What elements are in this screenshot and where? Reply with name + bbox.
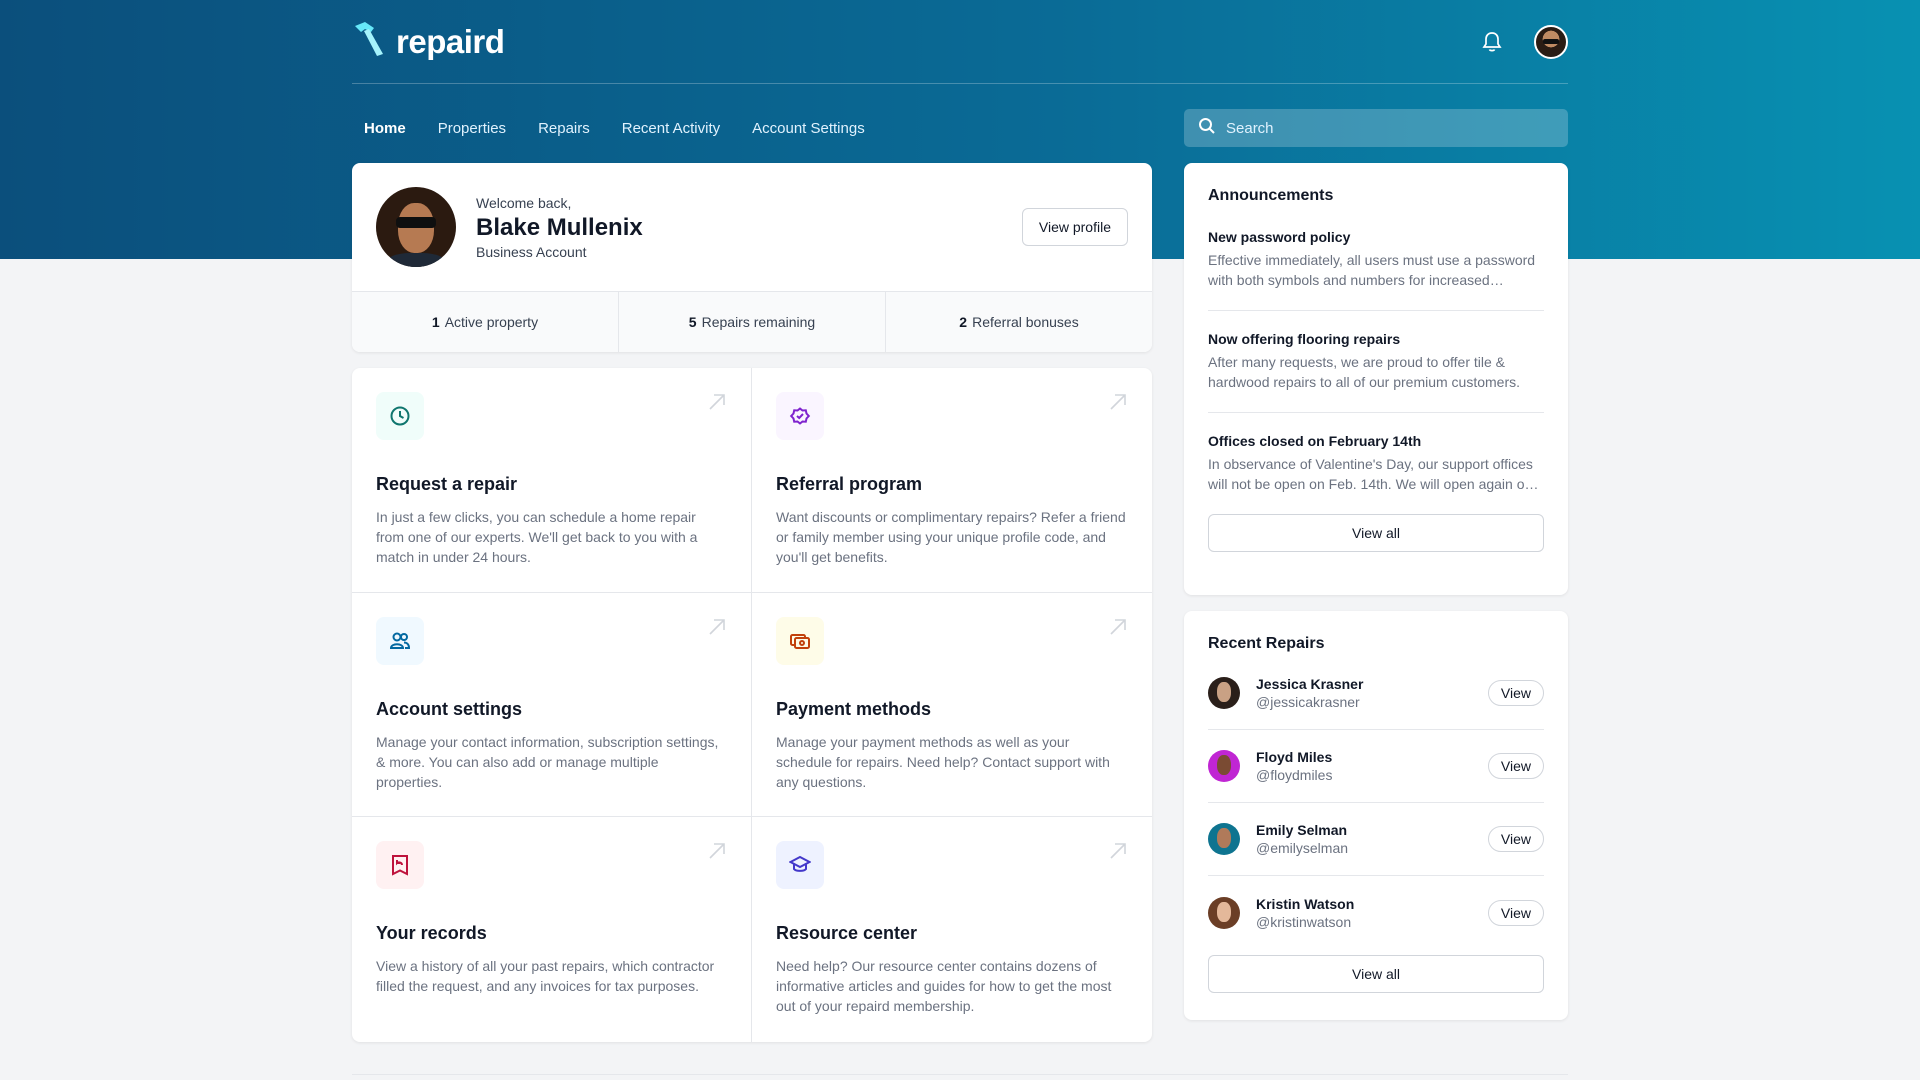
avatar xyxy=(1208,823,1240,855)
person-handle: @kristinwatson xyxy=(1256,913,1352,930)
action-description: Manage your contact information, subscri… xyxy=(376,733,719,790)
stat-repairs-remaining: 5 Repairs remaining xyxy=(618,292,885,352)
announcement-body: In observance of Valentine's Day, our su… xyxy=(1208,456,1533,492)
person-name: Jessica Krasner xyxy=(1256,676,1364,692)
action-title: Referral program xyxy=(776,474,923,494)
person-name: Emily Selman xyxy=(1256,822,1348,838)
recent-repairs-title: Recent Repairs xyxy=(1208,635,1325,652)
announcement-item[interactable]: Offices closed on February 14th In obser… xyxy=(1208,413,1544,514)
action-grid: Request a repair In just a few clicks, y… xyxy=(352,368,1152,1042)
arrow-up-right-icon xyxy=(1108,392,1128,417)
profile-name: Blake Mullenix xyxy=(476,213,643,241)
person-handle: @floydmiles xyxy=(1256,767,1333,783)
arrow-up-right-icon xyxy=(1108,617,1128,642)
avatar xyxy=(1208,750,1240,782)
view-button[interactable]: View xyxy=(1487,826,1544,852)
action-description: Manage your payment methods as well as y… xyxy=(776,733,1110,790)
announcements-title: Announcements xyxy=(1208,187,1334,204)
view-button[interactable]: View xyxy=(1487,680,1544,706)
action-resource-center[interactable]: Resource center Need help? Our resource … xyxy=(752,817,1152,1042)
announcement-body: After many requests, we are proud to off… xyxy=(1208,354,1521,390)
action-title: Resource center xyxy=(776,923,918,944)
arrow-up-right-icon xyxy=(707,392,727,417)
action-payment-methods[interactable]: Payment methods Manage your payment meth… xyxy=(752,593,1152,818)
action-title: Request a repair xyxy=(376,474,518,494)
main-nav: Home Properties Repairs Recent Activity … xyxy=(352,108,1568,148)
profile-stats: 1 Active property 5 Repairs remaining 2 Ref… xyxy=(352,291,1152,352)
stat-referral-bonuses: 2 Referral bonuses xyxy=(885,292,1152,352)
announcements-view-all-button[interactable]: View all xyxy=(1208,514,1544,552)
action-description: Want discounts or complimentary repairs?… xyxy=(776,509,1126,565)
nav-repairs[interactable]: Repairs xyxy=(526,111,602,146)
profile-avatar xyxy=(376,187,456,267)
person-handle: @jessicakrasner xyxy=(1256,694,1360,710)
nav-properties[interactable]: Properties xyxy=(426,111,518,146)
action-referral-program[interactable]: Referral program Want discounts or compl… xyxy=(752,368,1152,593)
action-description: In just a few clicks, you can schedule a… xyxy=(376,509,698,565)
action-title: Payment methods xyxy=(776,698,932,719)
hammer-icon xyxy=(352,20,386,63)
person-name: Kristin Watson xyxy=(1256,895,1355,912)
logo[interactable]: repaird xyxy=(352,20,505,63)
nav-account-settings[interactable]: Account Settings xyxy=(740,111,877,146)
action-description: Need help? Our resource center contains … xyxy=(776,958,1112,1015)
account-type: Business Account xyxy=(476,243,587,260)
announcement-title: Offices closed on February 14th xyxy=(1208,433,1422,449)
view-button[interactable]: View xyxy=(1487,753,1544,779)
search-bar xyxy=(1184,109,1568,147)
recent-repairs-card: Recent Repairs Jessica Krasner @jessicak… xyxy=(1184,611,1568,1020)
announcements-card: Announcements New password policy Effect… xyxy=(1184,163,1568,595)
view-profile-button[interactable]: View profile xyxy=(1021,208,1128,246)
action-request-repair[interactable]: Request a repair In just a few clicks, y… xyxy=(352,368,752,593)
stat-active-property: 1 Active property xyxy=(431,314,539,330)
list-item: Kristin Watson @kristinwatson View xyxy=(1208,876,1544,949)
recent-repairs-view-all-button[interactable]: View all xyxy=(1208,955,1544,993)
action-title: Account settings xyxy=(376,698,523,719)
search-icon xyxy=(1198,117,1216,140)
arrow-up-right-icon xyxy=(707,617,727,642)
nav-home[interactable]: Home xyxy=(352,111,418,146)
search-input[interactable] xyxy=(1226,119,1554,137)
badge-check-icon xyxy=(776,392,824,440)
list-item: Jessica Krasner @jessicakrasner View xyxy=(1208,657,1544,730)
arrow-up-right-icon xyxy=(707,841,727,866)
welcome-text: Welcome back, xyxy=(476,194,572,211)
footer-divider xyxy=(352,1074,1568,1075)
announcement-title: Now offering flooring repairs xyxy=(1208,331,1401,347)
users-icon xyxy=(376,616,424,665)
announcement-item[interactable]: New password policy Effective immediatel… xyxy=(1208,209,1544,311)
top-bar: repaird xyxy=(352,0,1568,84)
nav-recent-activity[interactable]: Recent Activity xyxy=(610,111,732,146)
person-handle: @emilyselman xyxy=(1256,840,1349,856)
brand-name: repaird xyxy=(396,22,505,60)
bell-icon[interactable] xyxy=(1480,30,1504,54)
avatar xyxy=(1208,896,1240,929)
receipt-refund-icon xyxy=(376,841,424,890)
avatar xyxy=(1208,677,1240,709)
cash-icon xyxy=(776,616,824,665)
announcement-body: Effective immediately, all users must us… xyxy=(1208,252,1536,288)
list-item: Floyd Miles @floydmiles View xyxy=(1208,730,1544,803)
user-avatar[interactable] xyxy=(1534,24,1568,59)
list-item: Emily Selman @emilyselman View xyxy=(1208,803,1544,876)
announcement-item[interactable]: Now offering flooring repairs After many… xyxy=(1208,311,1544,413)
person-name: Floyd Miles xyxy=(1256,749,1333,765)
action-title: Your records xyxy=(376,923,487,944)
academic-cap-icon xyxy=(776,841,824,890)
arrow-up-right-icon xyxy=(1108,841,1128,866)
action-description: View a history of all your past repairs,… xyxy=(376,958,715,995)
view-button[interactable]: View xyxy=(1487,899,1544,926)
clock-icon xyxy=(376,392,424,440)
action-your-records[interactable]: Your records View a history of all your … xyxy=(352,817,752,1042)
profile-card: Welcome back, Blake Mullenix Business Ac… xyxy=(352,163,1152,352)
action-account-settings[interactable]: Account settings Manage your contact inf… xyxy=(352,592,752,818)
announcement-title: New password policy xyxy=(1208,229,1351,245)
